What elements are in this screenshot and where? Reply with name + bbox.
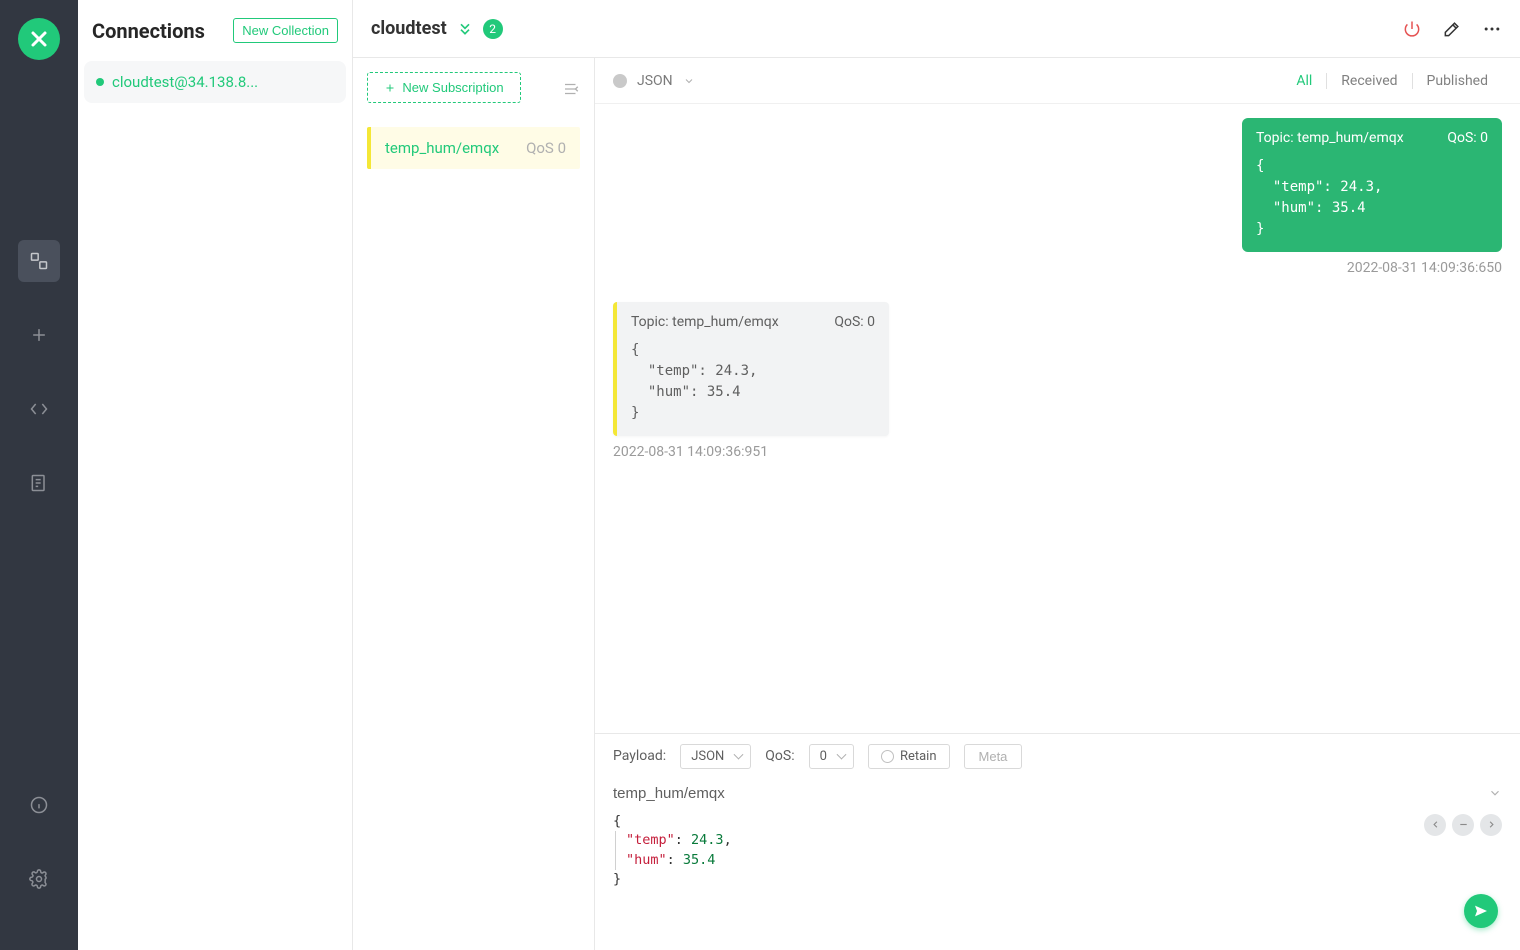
filter-tab-published[interactable]: Published xyxy=(1412,73,1502,89)
rail-info-icon[interactable] xyxy=(18,784,60,826)
nav-rail xyxy=(0,0,78,950)
connections-panel: Connections New Collection cloudtest@34.… xyxy=(78,0,353,950)
rail-scripts-icon[interactable] xyxy=(18,388,60,430)
status-dot-icon xyxy=(96,78,104,86)
topic-history-icon[interactable] xyxy=(1488,786,1502,800)
qos-label: QoS: xyxy=(765,748,794,764)
plus-icon xyxy=(384,82,396,94)
send-button[interactable] xyxy=(1464,894,1498,928)
editor-clear-icon[interactable] xyxy=(1452,814,1474,836)
radio-icon xyxy=(881,750,894,763)
connection-title: cloudtest xyxy=(371,18,447,39)
format-label: JSON xyxy=(637,73,673,89)
message-body: { "temp": 24.3, "hum": 35.4 } xyxy=(1256,156,1488,240)
new-subscription-label: New Subscription xyxy=(402,80,503,95)
publish-panel: Payload: JSON QoS: 0 Retain Meta xyxy=(595,733,1520,950)
payload-label: Payload: xyxy=(613,748,666,764)
disconnect-icon[interactable] xyxy=(1402,19,1422,39)
format-select[interactable]: JSON xyxy=(613,73,695,89)
retain-label: Retain xyxy=(900,749,937,764)
message-qos: QoS: 0 xyxy=(1447,130,1488,146)
message-sent: Topic: temp_hum/emqx QoS: 0 { "temp": 24… xyxy=(1242,118,1502,252)
payload-editor[interactable]: { "temp": 24.3, "hum": 35.4 } xyxy=(595,808,1520,950)
messages-area: Topic: temp_hum/emqx QoS: 0 { "temp": 24… xyxy=(595,104,1520,733)
connection-item[interactable]: cloudtest@34.138.8... xyxy=(84,61,346,103)
message-topic: Topic: temp_hum/emqx xyxy=(631,314,779,330)
message-timestamp: 2022-08-31 14:09:36:650 xyxy=(613,260,1502,276)
topic-input[interactable] xyxy=(613,779,1488,808)
message-body: { "temp": 24.3, "hum": 35.4 } xyxy=(631,340,875,424)
format-dot-icon xyxy=(613,74,627,88)
rail-settings-icon[interactable] xyxy=(18,858,60,900)
editor-prev-icon[interactable] xyxy=(1424,814,1446,836)
payload-format-select[interactable]: JSON xyxy=(680,744,751,769)
send-icon xyxy=(1473,903,1489,919)
editor-next-icon[interactable] xyxy=(1480,814,1502,836)
main-header: cloudtest 2 xyxy=(353,0,1520,58)
message-topic: Topic: temp_hum/emqx xyxy=(1256,130,1404,146)
chevron-down-double-icon[interactable] xyxy=(457,21,473,37)
meta-button[interactable]: Meta xyxy=(964,744,1023,769)
subscriptions-panel: New Subscription temp_hum/emqx QoS 0 xyxy=(353,0,595,950)
connection-name: cloudtest@34.138.8... xyxy=(112,73,258,91)
edit-icon[interactable] xyxy=(1442,19,1462,39)
message-qos: QoS: 0 xyxy=(834,314,875,330)
collapse-panel-icon[interactable] xyxy=(562,80,580,98)
chevron-down-icon xyxy=(683,75,695,87)
main-area: cloudtest 2 JSON xyxy=(595,0,1520,950)
message-received: Topic: temp_hum/emqx QoS: 0 { "temp": 24… xyxy=(613,302,889,436)
rail-logs-icon[interactable] xyxy=(18,462,60,504)
filter-bar: JSON All Received Published xyxy=(595,58,1520,104)
new-subscription-button[interactable]: New Subscription xyxy=(367,72,521,103)
rail-connections-icon[interactable] xyxy=(18,240,60,282)
message-timestamp: 2022-08-31 14:09:36:951 xyxy=(613,444,889,460)
app-logo xyxy=(18,18,60,60)
more-icon[interactable] xyxy=(1482,19,1502,39)
rail-new-icon[interactable] xyxy=(18,314,60,356)
filter-tab-all[interactable]: All xyxy=(1282,73,1326,89)
subscription-item[interactable]: temp_hum/emqx QoS 0 xyxy=(367,127,580,169)
connections-title: Connections xyxy=(92,19,205,43)
subscription-qos: QoS 0 xyxy=(526,139,566,157)
subscription-topic: temp_hum/emqx xyxy=(385,139,499,157)
filter-tab-received[interactable]: Received xyxy=(1326,73,1411,89)
qos-select[interactable]: 0 xyxy=(809,744,854,769)
unread-badge: 2 xyxy=(483,19,503,39)
filter-tabs: All Received Published xyxy=(1282,73,1502,89)
new-collection-button[interactable]: New Collection xyxy=(233,18,338,43)
retain-checkbox[interactable]: Retain xyxy=(868,744,950,769)
